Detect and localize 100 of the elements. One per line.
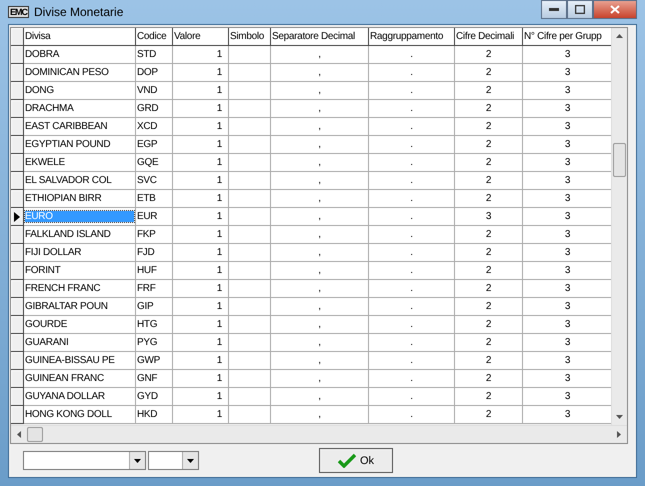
maximize-button[interactable] bbox=[567, 0, 593, 19]
table-cell: 3 bbox=[455, 208, 523, 226]
table-cell: 3 bbox=[523, 334, 611, 352]
table-cell: 1 bbox=[173, 244, 229, 262]
table-cell: 1 bbox=[173, 262, 229, 280]
table-cell: SVC bbox=[136, 172, 173, 190]
table-cell: 1 bbox=[173, 100, 229, 118]
table-cell: 2 bbox=[455, 190, 523, 208]
row-indicator[interactable] bbox=[11, 226, 24, 244]
scroll-thumb[interactable] bbox=[27, 427, 43, 442]
row-indicator[interactable] bbox=[11, 280, 24, 298]
table-cell: 3 bbox=[523, 262, 611, 280]
dropdown-arrow-icon bbox=[187, 458, 194, 462]
row-indicator[interactable] bbox=[11, 118, 24, 136]
table-cell: , bbox=[271, 316, 369, 334]
table-cell: , bbox=[271, 136, 369, 154]
table-cell bbox=[229, 190, 271, 208]
table-cell: , bbox=[271, 388, 369, 406]
table-cell: , bbox=[271, 46, 369, 64]
row-indicator[interactable] bbox=[11, 388, 24, 406]
table-cell: , bbox=[271, 208, 369, 226]
table-cell: 2 bbox=[455, 82, 523, 100]
dropdown-field[interactable] bbox=[148, 451, 199, 470]
table-cell: GRD bbox=[136, 100, 173, 118]
scroll-thumb[interactable] bbox=[613, 143, 626, 177]
row-indicator[interactable] bbox=[11, 334, 24, 352]
table-cell: 1 bbox=[173, 172, 229, 190]
table-cell: 2 bbox=[455, 100, 523, 118]
row-indicator[interactable] bbox=[11, 352, 24, 370]
column-header[interactable]: Divisa bbox=[24, 28, 136, 46]
table-cell: , bbox=[271, 298, 369, 316]
row-indicator[interactable] bbox=[11, 244, 24, 262]
table-cell: 3 bbox=[523, 406, 611, 424]
minimize-button[interactable] bbox=[541, 0, 567, 19]
column-header[interactable]: Codice bbox=[136, 28, 173, 46]
row-indicator[interactable] bbox=[11, 406, 24, 424]
ok-button[interactable]: Ok bbox=[319, 448, 393, 473]
table-cell: DOBRA bbox=[24, 46, 136, 64]
table-cell: GYD bbox=[136, 388, 173, 406]
vertical-scrollbar[interactable] bbox=[611, 28, 627, 425]
row-indicator[interactable] bbox=[11, 46, 24, 64]
dropdown-field[interactable] bbox=[23, 451, 146, 470]
table-cell: 1 bbox=[173, 370, 229, 388]
row-indicator[interactable] bbox=[11, 316, 24, 334]
table-cell: . bbox=[369, 118, 455, 136]
row-indicator[interactable] bbox=[11, 172, 24, 190]
row-indicator[interactable] bbox=[11, 370, 24, 388]
table-cell: 1 bbox=[173, 298, 229, 316]
table-cell: EGP bbox=[136, 136, 173, 154]
table-cell bbox=[229, 46, 271, 64]
table-cell bbox=[229, 280, 271, 298]
horizontal-scrollbar[interactable] bbox=[11, 425, 627, 443]
current-row-arrow-icon bbox=[14, 212, 20, 222]
column-header[interactable]: Cifre Decimali bbox=[455, 28, 523, 46]
table-cell: 3 bbox=[523, 298, 611, 316]
table-cell: FRF bbox=[136, 280, 173, 298]
row-indicator[interactable] bbox=[11, 298, 24, 316]
column-header[interactable]: Raggruppamento bbox=[369, 28, 455, 46]
table-cell: DRACHMA bbox=[24, 100, 136, 118]
close-icon bbox=[610, 5, 620, 14]
row-indicator[interactable] bbox=[11, 82, 24, 100]
table-cell: EKWELE bbox=[24, 154, 136, 172]
table-cell: . bbox=[369, 280, 455, 298]
table-cell: 2 bbox=[455, 118, 523, 136]
row-indicator[interactable] bbox=[11, 154, 24, 172]
table-cell: . bbox=[369, 262, 455, 280]
table-cell: 1 bbox=[173, 352, 229, 370]
table-cell: FIJI DOLLAR bbox=[24, 244, 136, 262]
table-cell bbox=[229, 100, 271, 118]
table-cell: FKP bbox=[136, 226, 173, 244]
scroll-up-icon bbox=[616, 34, 623, 38]
row-indicator[interactable] bbox=[11, 208, 24, 226]
table-cell bbox=[229, 262, 271, 280]
scroll-down-icon bbox=[616, 415, 623, 419]
column-header[interactable]: Simbolo bbox=[229, 28, 271, 46]
table-cell: 3 bbox=[523, 46, 611, 64]
row-indicator[interactable] bbox=[11, 262, 24, 280]
row-indicator[interactable] bbox=[11, 136, 24, 154]
column-header[interactable]: N° Cifre per Grupp bbox=[523, 28, 611, 46]
table-cell: HONG KONG DOLL bbox=[24, 406, 136, 424]
table-cell bbox=[229, 208, 271, 226]
table-cell: 2 bbox=[455, 406, 523, 424]
table-cell: 2 bbox=[455, 352, 523, 370]
row-indicator[interactable] bbox=[11, 100, 24, 118]
row-indicator[interactable] bbox=[11, 64, 24, 82]
table-cell: . bbox=[369, 352, 455, 370]
row-indicator[interactable] bbox=[11, 190, 24, 208]
table-cell: . bbox=[369, 406, 455, 424]
table-cell: , bbox=[271, 226, 369, 244]
table-cell: 3 bbox=[523, 118, 611, 136]
column-header[interactable]: Separatore Decimal bbox=[271, 28, 369, 46]
table-cell bbox=[229, 172, 271, 190]
table-cell: ETHIOPIAN BIRR bbox=[24, 190, 136, 208]
table-cell: 1 bbox=[173, 226, 229, 244]
table-cell: . bbox=[369, 334, 455, 352]
close-button[interactable] bbox=[593, 0, 637, 19]
column-header[interactable]: Valore bbox=[173, 28, 229, 46]
table-cell: 1 bbox=[173, 136, 229, 154]
table-cell bbox=[229, 388, 271, 406]
table-cell: 2 bbox=[455, 334, 523, 352]
